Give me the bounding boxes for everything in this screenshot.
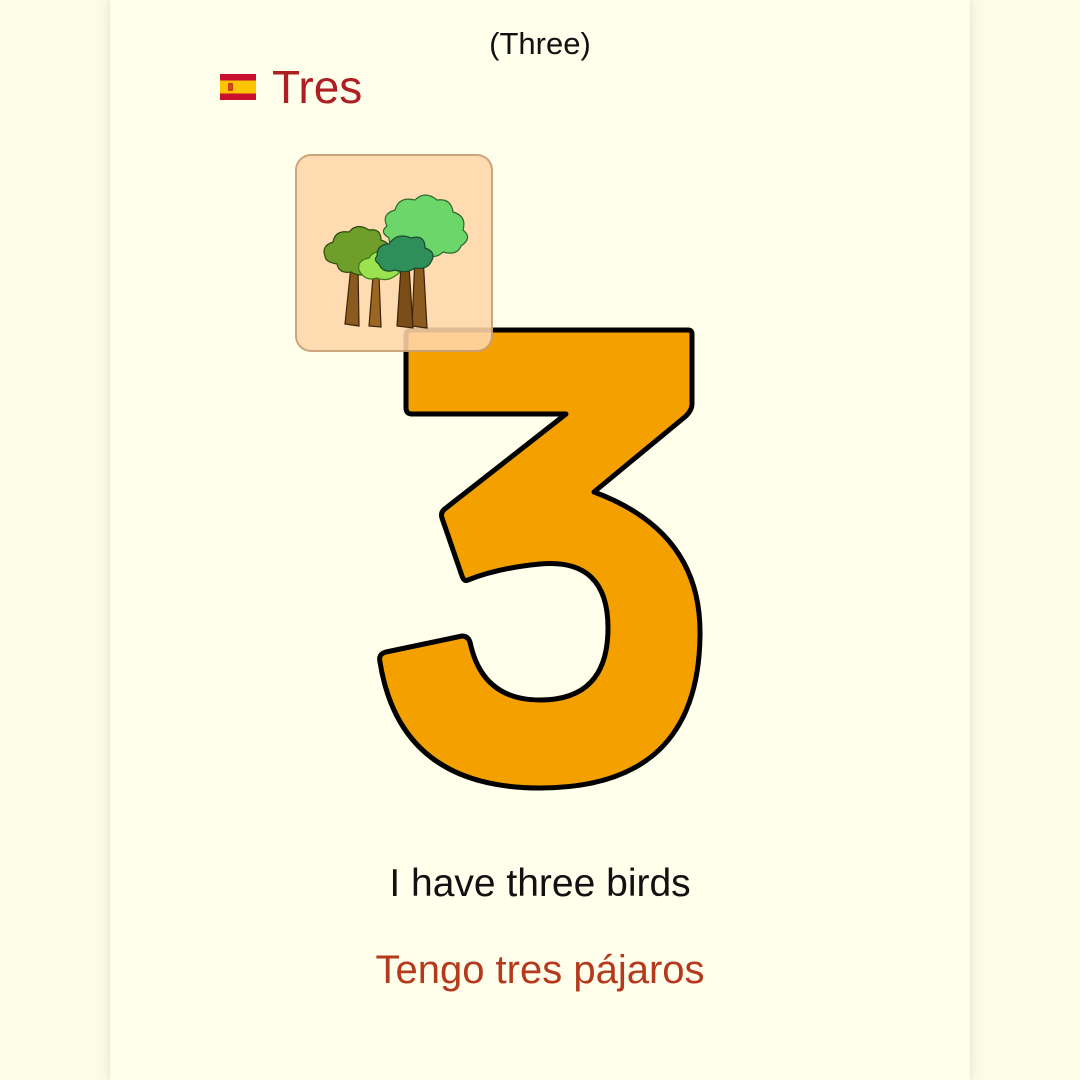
example-sentence-english: I have three birds	[389, 862, 691, 905]
spain-flag-icon	[220, 74, 256, 100]
example-sentence-spanish: Tengo tres pájaros	[375, 948, 705, 992]
page: (Three) Tres I have three birds Tengo tr…	[0, 0, 1080, 1080]
picture-tile	[295, 154, 493, 352]
spanish-number-title: Tres	[272, 61, 363, 113]
english-number-label: (Three)	[489, 26, 591, 61]
title-row: Tres	[220, 60, 362, 114]
numeral-three	[377, 327, 703, 791]
trees-icon	[323, 194, 469, 329]
